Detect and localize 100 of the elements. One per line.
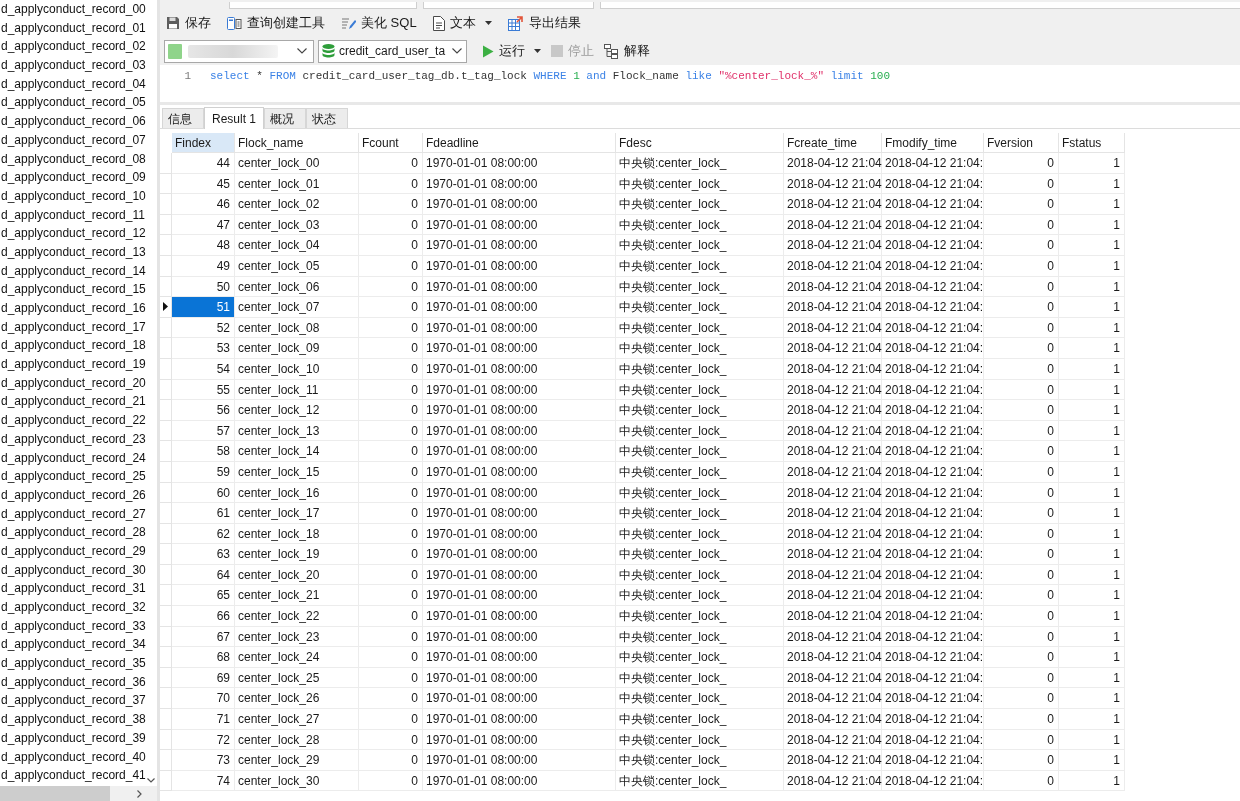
table-list-item[interactable]: d_applyconduct_record_28 xyxy=(0,523,146,542)
table-cell[interactable]: 0 xyxy=(359,606,423,627)
table-cell[interactable]: 中央锁:center_lock_ xyxy=(616,709,784,730)
scrollbar-thumb[interactable] xyxy=(0,786,110,801)
table-cell[interactable]: 1 xyxy=(1059,194,1125,215)
table-cell[interactable]: 中央锁:center_lock_ xyxy=(616,688,784,710)
table-cell[interactable]: 2018-04-12 21:04: xyxy=(882,461,984,483)
table-cell[interactable]: 2018-04-12 21:04: xyxy=(882,770,984,792)
table-cell[interactable]: 51 xyxy=(172,297,235,318)
table-cell[interactable]: 中央锁:center_lock_ xyxy=(616,647,784,668)
table-cell[interactable]: 2018-04-12 21:04: xyxy=(882,709,984,730)
table-cell[interactable]: 1970-01-01 08:00:00 xyxy=(423,461,616,483)
table-cell[interactable]: center_lock_20 xyxy=(235,564,359,586)
table-cell[interactable]: 0 xyxy=(359,400,423,421)
table-cell[interactable]: 2018-04-12 21:04: xyxy=(882,173,984,195)
column-header[interactable]: Fmodify_time xyxy=(882,133,984,153)
table-list-item[interactable]: d_applyconduct_record_41 xyxy=(0,766,146,785)
table-list-item[interactable]: d_applyconduct_record_30 xyxy=(0,560,146,580)
column-header[interactable]: Findex xyxy=(172,133,235,153)
table-cell[interactable]: 中央锁:center_lock_ xyxy=(616,379,784,401)
table-cell[interactable]: 2018-04-12 21:04 xyxy=(784,297,882,318)
table-cell[interactable]: 中央锁:center_lock_ xyxy=(616,564,784,586)
table-cell[interactable]: 0 xyxy=(359,420,423,442)
table-cell[interactable]: 0 xyxy=(359,523,423,545)
table-cell[interactable]: 中央锁:center_lock_ xyxy=(616,235,784,256)
table-cell[interactable]: 1 xyxy=(1059,564,1125,586)
table-cell[interactable]: 2018-04-12 21:04: xyxy=(882,544,984,565)
table-cell[interactable]: 0 xyxy=(359,503,423,524)
table-cell[interactable]: 0 xyxy=(984,276,1059,298)
table-cell[interactable]: 1970-01-01 08:00:00 xyxy=(423,750,616,771)
table-cell[interactable]: 2018-04-12 21:04: xyxy=(882,255,984,277)
table-cell[interactable]: 2018-04-12 21:04: xyxy=(882,688,984,710)
result-tab[interactable]: 状态 xyxy=(306,108,349,128)
table-cell[interactable]: 2018-04-12 21:04 xyxy=(784,544,882,565)
table-cell[interactable]: 0 xyxy=(359,544,423,565)
table-list-item[interactable]: d_applyconduct_record_32 xyxy=(0,598,146,617)
table-cell[interactable]: 中央锁:center_lock_ xyxy=(616,358,784,380)
table-cell[interactable]: 中央锁:center_lock_ xyxy=(616,194,784,215)
table-cell[interactable]: 2018-04-12 21:04: xyxy=(882,626,984,648)
table-cell[interactable]: 2018-04-12 21:04 xyxy=(784,688,882,710)
table-cell[interactable]: 2018-04-12 21:04: xyxy=(882,194,984,215)
table-cell[interactable]: 0 xyxy=(359,688,423,710)
table-cell[interactable]: 0 xyxy=(359,173,423,195)
table-cell[interactable]: 1 xyxy=(1059,523,1125,545)
table-cell[interactable]: center_lock_29 xyxy=(235,750,359,771)
table-list-item[interactable]: d_applyconduct_record_34 xyxy=(0,635,146,655)
table-cell[interactable]: 0 xyxy=(359,750,423,771)
table-list-item[interactable]: d_applyconduct_record_02 xyxy=(0,37,146,57)
table-list-item[interactable]: d_applyconduct_record_25 xyxy=(0,467,146,486)
table-list-item[interactable]: d_applyconduct_record_18 xyxy=(0,336,146,356)
table-cell[interactable]: 0 xyxy=(984,709,1059,730)
table-cell[interactable]: 74 xyxy=(172,770,235,792)
table-cell[interactable]: 2018-04-12 21:04 xyxy=(784,503,882,524)
table-cell[interactable]: 2018-04-12 21:04 xyxy=(784,647,882,668)
table-cell[interactable]: 55 xyxy=(172,379,235,401)
table-cell[interactable]: 71 xyxy=(172,709,235,730)
table-cell[interactable]: 58 xyxy=(172,441,235,462)
table-cell[interactable]: 69 xyxy=(172,667,235,689)
table-cell[interactable]: 2018-04-12 21:04: xyxy=(882,667,984,689)
toolbar-button[interactable]: 查询创建工具 xyxy=(225,11,327,35)
table-cell[interactable]: 0 xyxy=(984,461,1059,483)
table-cell[interactable]: 56 xyxy=(172,400,235,421)
table-cell[interactable]: 2018-04-12 21:04 xyxy=(784,173,882,195)
table-list-item[interactable]: d_applyconduct_record_01 xyxy=(0,18,146,38)
table-cell[interactable]: 1 xyxy=(1059,153,1125,174)
toolbar-button[interactable]: 美化 SQL xyxy=(339,11,419,35)
database-select[interactable]: credit_card_user_ta xyxy=(318,39,467,63)
table-cell[interactable]: 0 xyxy=(359,153,423,174)
table-cell[interactable]: 72 xyxy=(172,729,235,751)
table-cell[interactable]: center_lock_04 xyxy=(235,235,359,256)
table-cell[interactable]: 2018-04-12 21:04: xyxy=(882,214,984,236)
table-cell[interactable]: 0 xyxy=(359,564,423,586)
table-cell[interactable]: 0 xyxy=(984,729,1059,751)
result-tab[interactable]: 概况 xyxy=(264,108,307,128)
table-list-item[interactable]: d_applyconduct_record_33 xyxy=(0,616,146,636)
toolbar-button[interactable]: 运行 xyxy=(479,39,544,63)
table-cell[interactable]: 65 xyxy=(172,585,235,607)
table-cell[interactable]: center_lock_18 xyxy=(235,523,359,545)
table-cell[interactable]: center_lock_17 xyxy=(235,503,359,524)
table-cell[interactable]: 中央锁:center_lock_ xyxy=(616,173,784,195)
table-cell[interactable]: 1 xyxy=(1059,626,1125,648)
table-cell[interactable]: 1970-01-01 08:00:00 xyxy=(423,400,616,421)
table-cell[interactable]: center_lock_03 xyxy=(235,214,359,236)
table-cell[interactable]: 2018-04-12 21:04: xyxy=(882,482,984,504)
table-cell[interactable]: 1 xyxy=(1059,317,1125,339)
table-list-item[interactable]: d_applyconduct_record_11 xyxy=(0,205,146,225)
table-cell[interactable]: 1970-01-01 08:00:00 xyxy=(423,338,616,359)
table-list-item[interactable]: d_applyconduct_record_08 xyxy=(0,149,146,169)
table-cell[interactable]: 0 xyxy=(359,255,423,277)
table-cell[interactable]: 0 xyxy=(984,544,1059,565)
table-cell[interactable]: 1970-01-01 08:00:00 xyxy=(423,729,616,751)
table-cell[interactable]: 0 xyxy=(984,585,1059,607)
table-cell[interactable]: center_lock_21 xyxy=(235,585,359,607)
table-cell[interactable]: 1 xyxy=(1059,729,1125,751)
connection-select[interactable] xyxy=(164,39,314,63)
table-cell[interactable]: 1970-01-01 08:00:00 xyxy=(423,441,616,462)
table-cell[interactable]: 1970-01-01 08:00:00 xyxy=(423,667,616,689)
table-cell[interactable]: center_lock_16 xyxy=(235,482,359,504)
table-cell[interactable]: 2018-04-12 21:04 xyxy=(784,358,882,380)
table-cell[interactable]: 1 xyxy=(1059,770,1125,792)
